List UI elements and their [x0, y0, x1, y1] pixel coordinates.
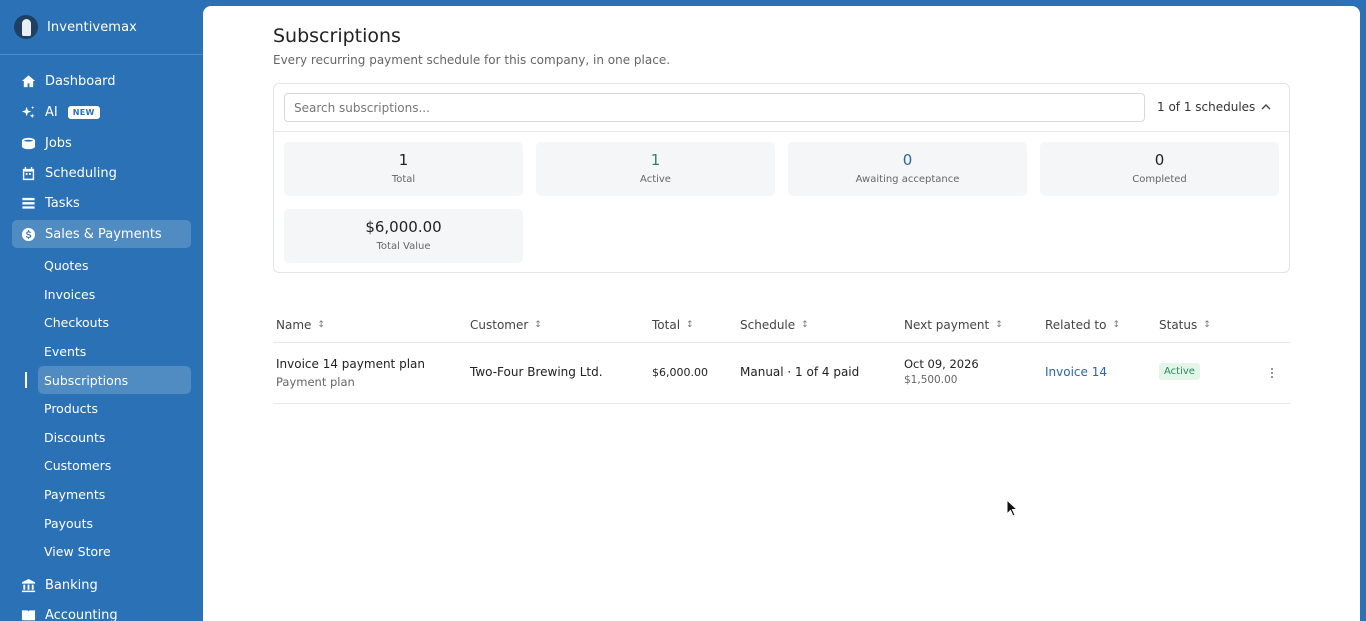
main-panel: Subscriptions Every recurring payment sc…	[203, 6, 1360, 621]
new-badge: NEW	[67, 105, 100, 119]
sub-nav-view-store[interactable]: View Store	[38, 537, 191, 565]
stat-completed-label: Completed	[1132, 174, 1187, 185]
nav-sales-payments[interactable]: Sales & Payments	[12, 220, 191, 248]
book-icon	[20, 607, 36, 621]
row-name[interactable]: Invoice 14 payment plan	[276, 357, 425, 371]
row-total: $6,000.00	[652, 366, 708, 379]
sub-nav-quotes[interactable]: Quotes	[38, 251, 191, 279]
sparkle-icon	[20, 104, 36, 120]
status-badge: Active	[1159, 363, 1200, 380]
stat-awaiting-value: 0	[902, 151, 913, 169]
sub-nav-subscriptions[interactable]: Subscriptions	[38, 366, 191, 394]
row-type: Payment plan	[276, 375, 355, 389]
column-header-related-to[interactable]: Related to ↕	[1045, 318, 1120, 332]
brand[interactable]: Inventivemax	[0, 0, 203, 55]
brand-logo	[14, 15, 38, 39]
column-header-total[interactable]: Total ↕	[652, 318, 694, 332]
stat-total-value-card: $6,000.00 Total Value	[284, 209, 523, 263]
stat-total-value-label: Total Value	[376, 241, 431, 252]
more-options-icon[interactable]	[1267, 365, 1277, 381]
summary-card: 1 of 1 schedules 1 Total 1 Active 0 Awai…	[273, 83, 1290, 273]
column-related-to-label: Related to	[1045, 318, 1107, 332]
nav-dashboard[interactable]: Dashboard	[12, 67, 191, 95]
mouse-cursor-icon	[1006, 499, 1018, 517]
row-next-date: Oct 09, 2026	[904, 357, 979, 371]
column-status-label: Status	[1159, 318, 1198, 332]
stat-active-label: Active	[640, 174, 671, 185]
stat-awaiting: 0 Awaiting acceptance	[788, 142, 1027, 196]
sort-icon: ↕	[1203, 320, 1211, 330]
stat-total-value: 1	[398, 151, 409, 169]
column-name-label: Name	[276, 318, 312, 332]
sidebar: Inventivemax Dashboard AI NEW Jobs Sched…	[0, 0, 203, 621]
sort-icon: ↕	[317, 320, 325, 330]
row-schedule: Manual · 1 of 4 paid	[740, 365, 860, 379]
bank-icon	[20, 577, 36, 593]
sub-nav-customers[interactable]: Customers	[38, 451, 191, 479]
sort-icon: ↕	[995, 320, 1003, 330]
tasks-icon	[20, 195, 36, 211]
schedule-count: 1 of 1 schedules	[1157, 100, 1256, 114]
nav-tasks[interactable]: Tasks	[12, 189, 191, 217]
sub-nav-products[interactable]: Products	[38, 394, 191, 422]
nav-ai-label: AI	[45, 104, 58, 120]
brand-name: Inventivemax	[47, 19, 137, 35]
stat-active-value: 1	[650, 151, 661, 169]
sub-nav-checkouts[interactable]: Checkouts	[38, 308, 191, 336]
sort-icon: ↕	[534, 320, 542, 330]
sort-icon: ↕	[1112, 320, 1120, 330]
dollar-icon	[20, 226, 36, 242]
table-row[interactable]: Invoice 14 payment plan Payment plan Two…	[273, 343, 1290, 404]
sub-nav-invoices[interactable]: Invoices	[38, 280, 191, 308]
card-divider	[274, 131, 1289, 132]
column-total-label: Total	[652, 318, 681, 332]
column-header-next-payment[interactable]: Next payment ↕	[904, 318, 1003, 332]
stat-completed-value: 0	[1154, 151, 1165, 169]
nav-jobs-label: Jobs	[45, 135, 72, 151]
stat-total-value-amount: $6,000.00	[365, 218, 442, 236]
nav-accounting-label: Accounting	[45, 607, 118, 621]
column-header-status[interactable]: Status ↕	[1159, 318, 1211, 332]
search-input[interactable]	[284, 93, 1145, 122]
stat-active: 1 Active	[536, 142, 775, 196]
sub-nav-discounts[interactable]: Discounts	[38, 423, 191, 451]
column-customer-label: Customer	[470, 318, 529, 332]
active-marker	[25, 372, 27, 388]
page-subtitle: Every recurring payment schedule for thi…	[273, 53, 671, 67]
nav-ai[interactable]: AI NEW	[12, 98, 191, 126]
sort-icon: ↕	[686, 320, 694, 330]
column-schedule-label: Schedule	[740, 318, 796, 332]
stat-completed: 0 Completed	[1040, 142, 1279, 196]
row-related-link[interactable]: Invoice 14	[1045, 365, 1107, 379]
column-next-payment-label: Next payment	[904, 318, 990, 332]
sub-nav-payouts[interactable]: Payouts	[38, 509, 191, 537]
page-title: Subscriptions	[273, 25, 401, 47]
table-header: Name ↕ Customer ↕ Total ↕ Schedule ↕ Next pa…	[273, 313, 1290, 343]
stat-total: 1 Total	[284, 142, 523, 196]
sub-nav-events[interactable]: Events	[38, 337, 191, 365]
row-customer: Two-Four Brewing Ltd.	[470, 365, 603, 379]
sub-nav-payments[interactable]: Payments	[38, 480, 191, 508]
row-next-amount: $1,500.00	[904, 374, 958, 386]
nav-dashboard-label: Dashboard	[45, 73, 116, 89]
chevron-up-icon[interactable]	[1257, 98, 1275, 116]
sort-icon: ↕	[801, 320, 809, 330]
nav-sales-payments-label: Sales & Payments	[45, 226, 162, 242]
nav-scheduling-label: Scheduling	[45, 165, 117, 181]
column-header-customer[interactable]: Customer ↕	[470, 318, 542, 332]
nav-banking[interactable]: Banking	[12, 571, 191, 599]
stat-awaiting-label: Awaiting acceptance	[855, 174, 960, 185]
stat-total-label: Total	[391, 174, 416, 185]
calendar-icon	[20, 165, 36, 181]
nav-accounting[interactable]: Accounting	[12, 601, 191, 621]
column-header-schedule[interactable]: Schedule ↕	[740, 318, 809, 332]
nav-tasks-label: Tasks	[45, 195, 80, 211]
nav-scheduling[interactable]: Scheduling	[12, 159, 191, 187]
home-icon	[20, 73, 36, 89]
nav-jobs[interactable]: Jobs	[12, 129, 191, 157]
column-header-name[interactable]: Name ↕	[276, 318, 325, 332]
jobs-icon	[20, 135, 36, 151]
nav-banking-label: Banking	[45, 577, 98, 593]
